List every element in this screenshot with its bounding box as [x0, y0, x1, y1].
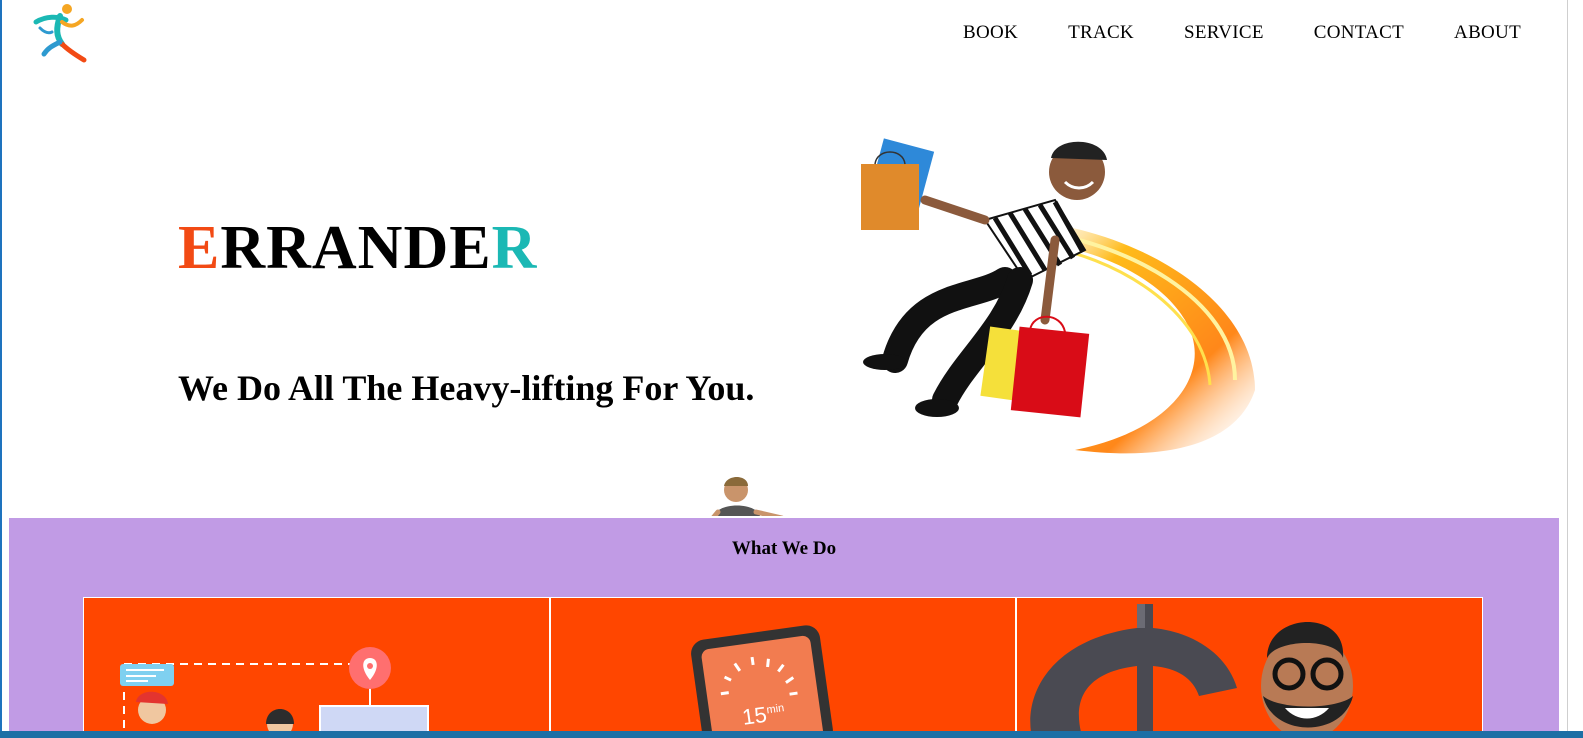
service-card-fast-delivery[interactable]: 15 min: [550, 598, 1018, 732]
hero-tagline: We Do All The Heavy-lifting For You.: [178, 368, 755, 408]
window-bottom-edge: [0, 731, 1583, 738]
dollar-sign-with-man-icon: [1030, 604, 1354, 732]
what-we-do-section: What We Do 15 min: [9, 518, 1559, 732]
section-title: What We Do: [731, 538, 837, 559]
flying-courier-illustration-icon: [855, 130, 1265, 470]
brand-middle: RRANDE: [220, 214, 492, 282]
service-card-tracking[interactable]: [84, 598, 551, 732]
nav-book[interactable]: BOOK: [963, 22, 1018, 44]
nav-about[interactable]: ABOUT: [1454, 22, 1521, 44]
nav-track[interactable]: TRACK: [1068, 22, 1134, 44]
phone-15-min-timer-icon: 15 min: [690, 625, 833, 732]
delivery-tracking-map-icon: [120, 647, 429, 732]
nav-service[interactable]: SERVICE: [1184, 22, 1264, 44]
brand-first-letter: E: [178, 214, 221, 282]
service-cards: 15 min: [83, 597, 1483, 732]
brand-title: ERRANDER: [178, 212, 537, 284]
service-card-pricing[interactable]: [1017, 598, 1483, 732]
brand-last-letter: R: [491, 214, 538, 282]
timer-unit: min: [765, 702, 784, 716]
timer-number: 15: [740, 702, 768, 730]
window-left-edge: [0, 0, 2, 738]
main-nav: BOOK TRACK SERVICE CONTACT ABOUT: [913, 22, 1521, 44]
window-right-edge: [1567, 0, 1568, 738]
running-person-logo-icon[interactable]: [30, 2, 90, 64]
nav-contact[interactable]: CONTACT: [1314, 22, 1404, 44]
